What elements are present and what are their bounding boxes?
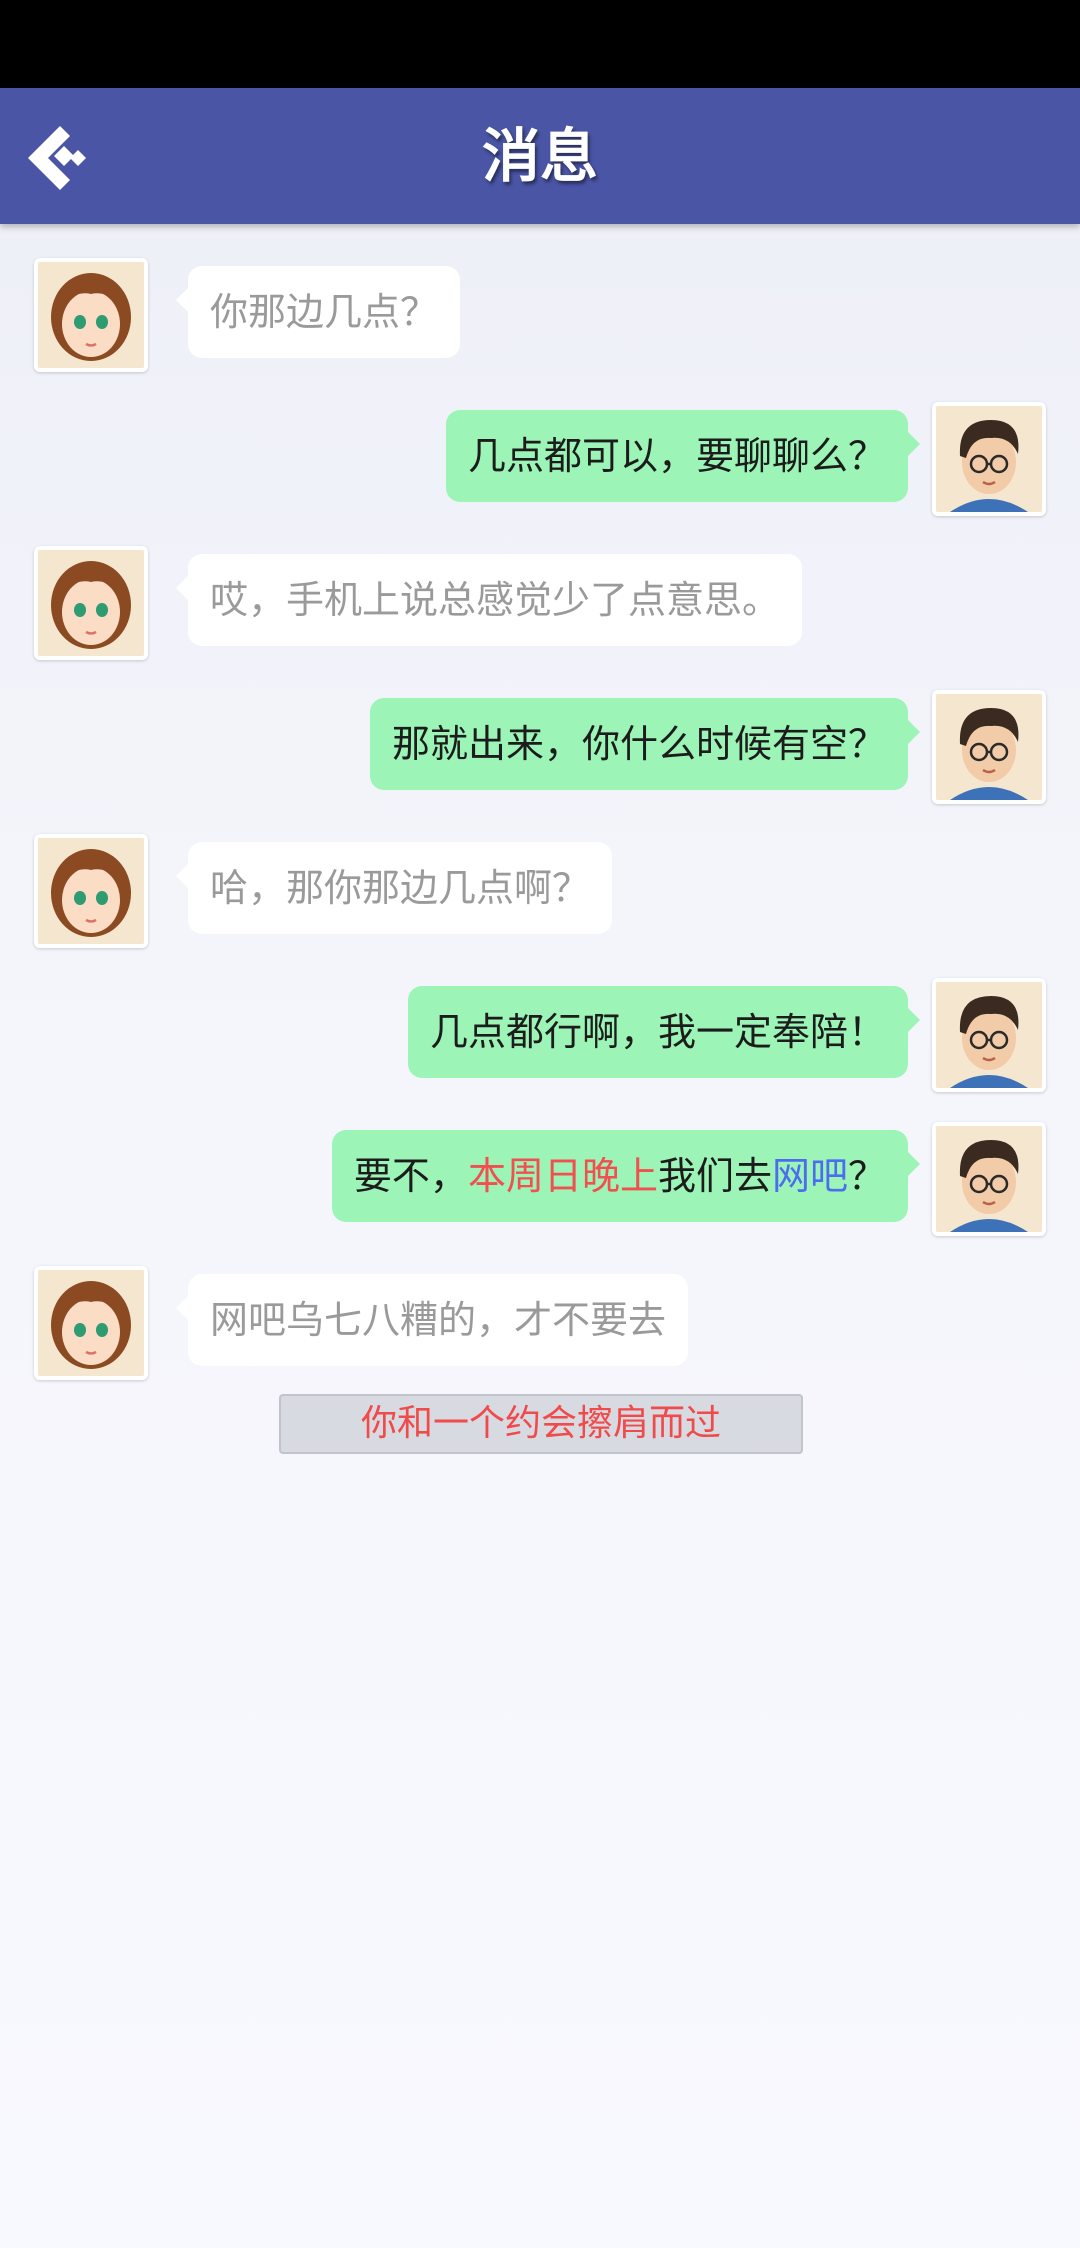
status-bar <box>0 0 1080 88</box>
message-row: 哎，手机上说总感觉少了点意思。 <box>0 546 1080 666</box>
boy-avatar[interactable] <box>932 690 1046 804</box>
message-text-segment: 要不， <box>353 1154 468 1198</box>
message-row: 哈，那你那边几点啊？ <box>0 834 1080 954</box>
boy-face-icon <box>936 1126 1042 1232</box>
message-row: 你那边几点？ <box>0 258 1080 378</box>
highlighted-time-text: 本周日晚上 <box>467 1154 658 1198</box>
highlighted-place-text: 网吧 <box>771 1154 848 1198</box>
message-text-segment: ？ <box>847 1154 886 1198</box>
boy-avatar[interactable] <box>932 1122 1046 1236</box>
outgoing-message-bubble: 几点都行啊，我一定奉陪！ <box>407 986 921 1078</box>
incoming-message-bubble: 哎，手机上说总感觉少了点意思。 <box>175 554 803 646</box>
message-row: 要不，本周日晚上我们去网吧？ <box>0 1122 1080 1242</box>
outgoing-message-bubble: 几点都可以，要聊聊么？ <box>445 410 921 502</box>
girl-face-icon <box>38 550 144 656</box>
message-row: 那就出来，你什么时候有空？ <box>0 690 1080 810</box>
boy-face-icon <box>936 982 1042 1088</box>
top-bar: 消息 <box>0 88 1080 224</box>
back-chevron-icon <box>28 126 86 190</box>
message-row: 几点都可以，要聊聊么？ <box>0 402 1080 522</box>
girl-face-icon <box>38 838 144 944</box>
incoming-message-bubble: 网吧乌七八糟的，才不要去 <box>175 1274 689 1366</box>
back-button[interactable] <box>20 118 100 198</box>
message-row: 几点都行啊，我一定奉陪！ <box>0 978 1080 1098</box>
incoming-message-bubble: 哈，那你那边几点啊？ <box>175 842 613 934</box>
boy-face-icon <box>936 406 1042 512</box>
message-row: 网吧乌七八糟的，才不要去 <box>0 1266 1080 1386</box>
incoming-message-bubble: 你那边几点？ <box>175 266 461 358</box>
outgoing-message-bubble: 那就出来，你什么时候有空？ <box>369 698 921 790</box>
page-title: 消息 <box>481 122 598 190</box>
boy-avatar[interactable] <box>932 402 1046 516</box>
girl-face-icon <box>38 1270 144 1376</box>
message-text-segment: 我们去 <box>657 1154 772 1198</box>
girl-avatar[interactable] <box>34 1266 148 1380</box>
system-notice: 你和一个约会擦肩而过 <box>279 1394 803 1454</box>
boy-face-icon <box>936 694 1042 800</box>
girl-avatar[interactable] <box>34 258 148 372</box>
boy-avatar[interactable] <box>932 978 1046 1092</box>
girl-avatar[interactable] <box>34 546 148 660</box>
girl-face-icon <box>38 262 144 368</box>
outgoing-message-bubble: 要不，本周日晚上我们去网吧？ <box>331 1130 921 1222</box>
girl-avatar[interactable] <box>34 834 148 948</box>
